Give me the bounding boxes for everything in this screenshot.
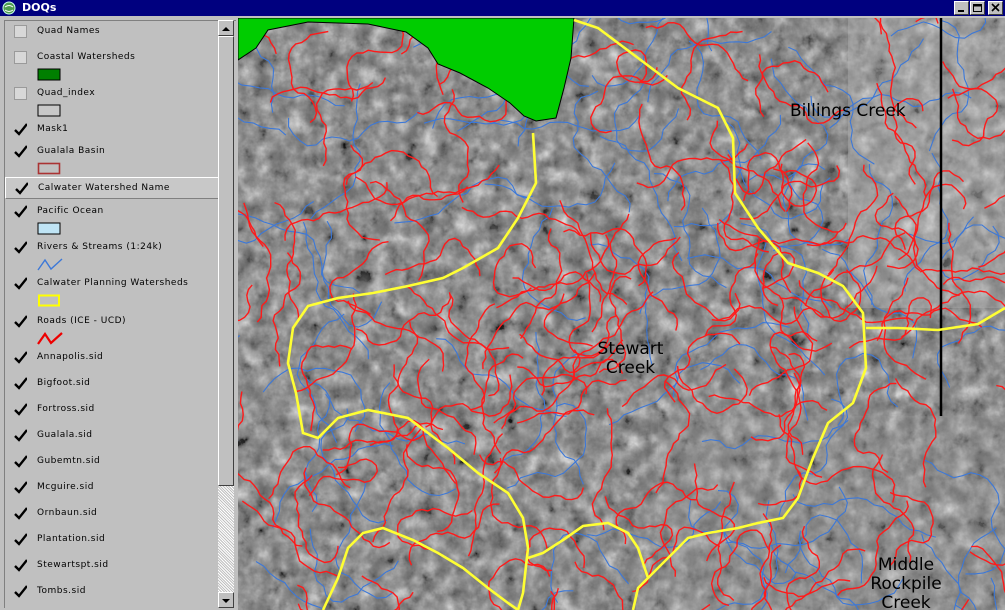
outline-swatch-icon: [38, 294, 60, 307]
layer-row[interactable]: Rivers & Streams (1:24k): [5, 237, 219, 271]
layer-label: Roads (ICE - UCD): [37, 316, 127, 326]
layer-label: Gualala.sid: [37, 430, 93, 440]
arrow-down-icon: [222, 599, 230, 603]
toc-scrollbar[interactable]: [218, 20, 234, 608]
checkmark-icon[interactable]: [14, 351, 27, 364]
layer-row[interactable]: Annapolis.sid: [5, 347, 219, 371]
scroll-thumb[interactable]: [218, 36, 234, 486]
doqs-window: DOQs Quad Names Coastal Watersheds Quad_in…: [0, 0, 1005, 610]
layer-row[interactable]: Gualala.sid: [5, 425, 219, 449]
layer-row[interactable]: Stewartspt.sid: [5, 555, 219, 579]
close-icon: [991, 3, 1000, 12]
layer-row[interactable]: Plantation.sid: [5, 529, 219, 553]
layer-label: Plantation.sid: [37, 534, 106, 544]
globe-icon: [2, 1, 16, 15]
layer-label: Tombs.sid: [37, 586, 86, 596]
layer-label: Pacific Ocean: [37, 206, 104, 216]
layer-label: Mask1: [37, 124, 69, 134]
lower-tile: [658, 416, 1005, 610]
layer-row[interactable]: Coastal Watersheds: [5, 47, 219, 81]
maximize-button[interactable]: [970, 1, 985, 15]
layer-row[interactable]: Tombs.sid: [5, 581, 219, 605]
scroll-down-button[interactable]: [218, 592, 234, 608]
arrow-up-icon: [222, 27, 230, 31]
checkmark-icon[interactable]: [14, 585, 27, 598]
layer-label: Stewartspt.sid: [37, 560, 109, 570]
layer-checkbox[interactable]: [14, 87, 27, 100]
layer-row[interactable]: Gualala Basin: [5, 141, 219, 175]
layer-row[interactable]: Bigfoot.sid: [5, 373, 219, 397]
label-middle-rockpile-creek: Middle Rockpile Creek: [870, 555, 942, 610]
layer-label: Fortross.sid: [37, 404, 95, 414]
layer-label: Annapolis.sid: [37, 352, 104, 362]
checkmark-icon[interactable]: [14, 403, 27, 416]
layer-row[interactable]: Pacific Ocean: [5, 201, 219, 235]
layer-label: Mcguire.sid: [37, 482, 94, 492]
layer-label: Coastal Watersheds: [37, 52, 136, 62]
layer-row[interactable]: Fortross.sid: [5, 399, 219, 423]
checkmark-icon[interactable]: [14, 533, 27, 546]
checkmark-icon[interactable]: [14, 481, 27, 494]
maximize-icon: [973, 4, 982, 12]
scroll-up-button[interactable]: [218, 20, 234, 36]
layer-label: Rivers & Streams (1:24k): [37, 242, 163, 252]
checkmark-icon[interactable]: [14, 241, 27, 254]
layer-label: Calwater Planning Watersheds: [37, 278, 189, 288]
layer-label: Quad_index: [37, 88, 96, 98]
layer-label: Calwater Watershed Name: [38, 183, 170, 193]
checkmark-icon[interactable]: [14, 315, 27, 328]
layer-label: Gubemtn.sid: [37, 456, 101, 466]
layer-row[interactable]: Calwater Planning Watersheds: [5, 273, 219, 307]
close-button[interactable]: [988, 1, 1003, 15]
minimize-button[interactable]: [954, 1, 969, 15]
scroll-track[interactable]: [218, 486, 234, 592]
layer-label: Ornbaun.sid: [37, 508, 98, 518]
layer-row[interactable]: Roads (ICE - UCD): [5, 311, 219, 345]
table-of-contents: Quad Names Coastal Watersheds Quad_index Ma…: [4, 20, 236, 608]
checkmark-icon[interactable]: [14, 377, 27, 390]
layer-row[interactable]: Mask1: [5, 119, 219, 143]
checkmark-icon[interactable]: [14, 277, 27, 290]
layer-label: Gualala Basin: [37, 146, 106, 156]
layer-row[interactable]: Quad_index: [5, 83, 219, 117]
label-stewart-creek: Stewart Creek: [597, 339, 664, 378]
checkmark-icon[interactable]: [14, 559, 27, 572]
checkmark-icon[interactable]: [14, 455, 27, 468]
map-display[interactable]: Billings Creek Stewart Creek Middle Rock…: [238, 18, 1005, 610]
layer-label: Bigfoot.sid: [37, 378, 91, 388]
checkmark-icon[interactable]: [14, 507, 27, 520]
checkmark-icon[interactable]: [15, 182, 28, 195]
layer-label: Quad Names: [37, 26, 101, 36]
checkmark-icon[interactable]: [14, 145, 27, 158]
title-bar[interactable]: DOQs: [0, 0, 1005, 16]
checkmark-icon[interactable]: [14, 123, 27, 136]
label-billings-creek: Billings Creek: [790, 101, 906, 121]
layer-row[interactable]: Ornbaun.sid: [5, 503, 219, 527]
minimize-icon: [958, 10, 964, 12]
layer-row[interactable]: Quad Names: [5, 21, 219, 45]
checkmark-icon[interactable]: [14, 205, 27, 218]
layer-row[interactable]: Mcguire.sid: [5, 477, 219, 501]
checkmark-icon[interactable]: [14, 429, 27, 442]
layer-checkbox[interactable]: [14, 25, 27, 38]
layer-checkbox[interactable]: [14, 51, 27, 64]
layer-row[interactable]: Calwater Watershed Name: [5, 177, 219, 199]
window-title: DOQs: [22, 1, 57, 14]
layer-row[interactable]: Gubemtn.sid: [5, 451, 219, 475]
